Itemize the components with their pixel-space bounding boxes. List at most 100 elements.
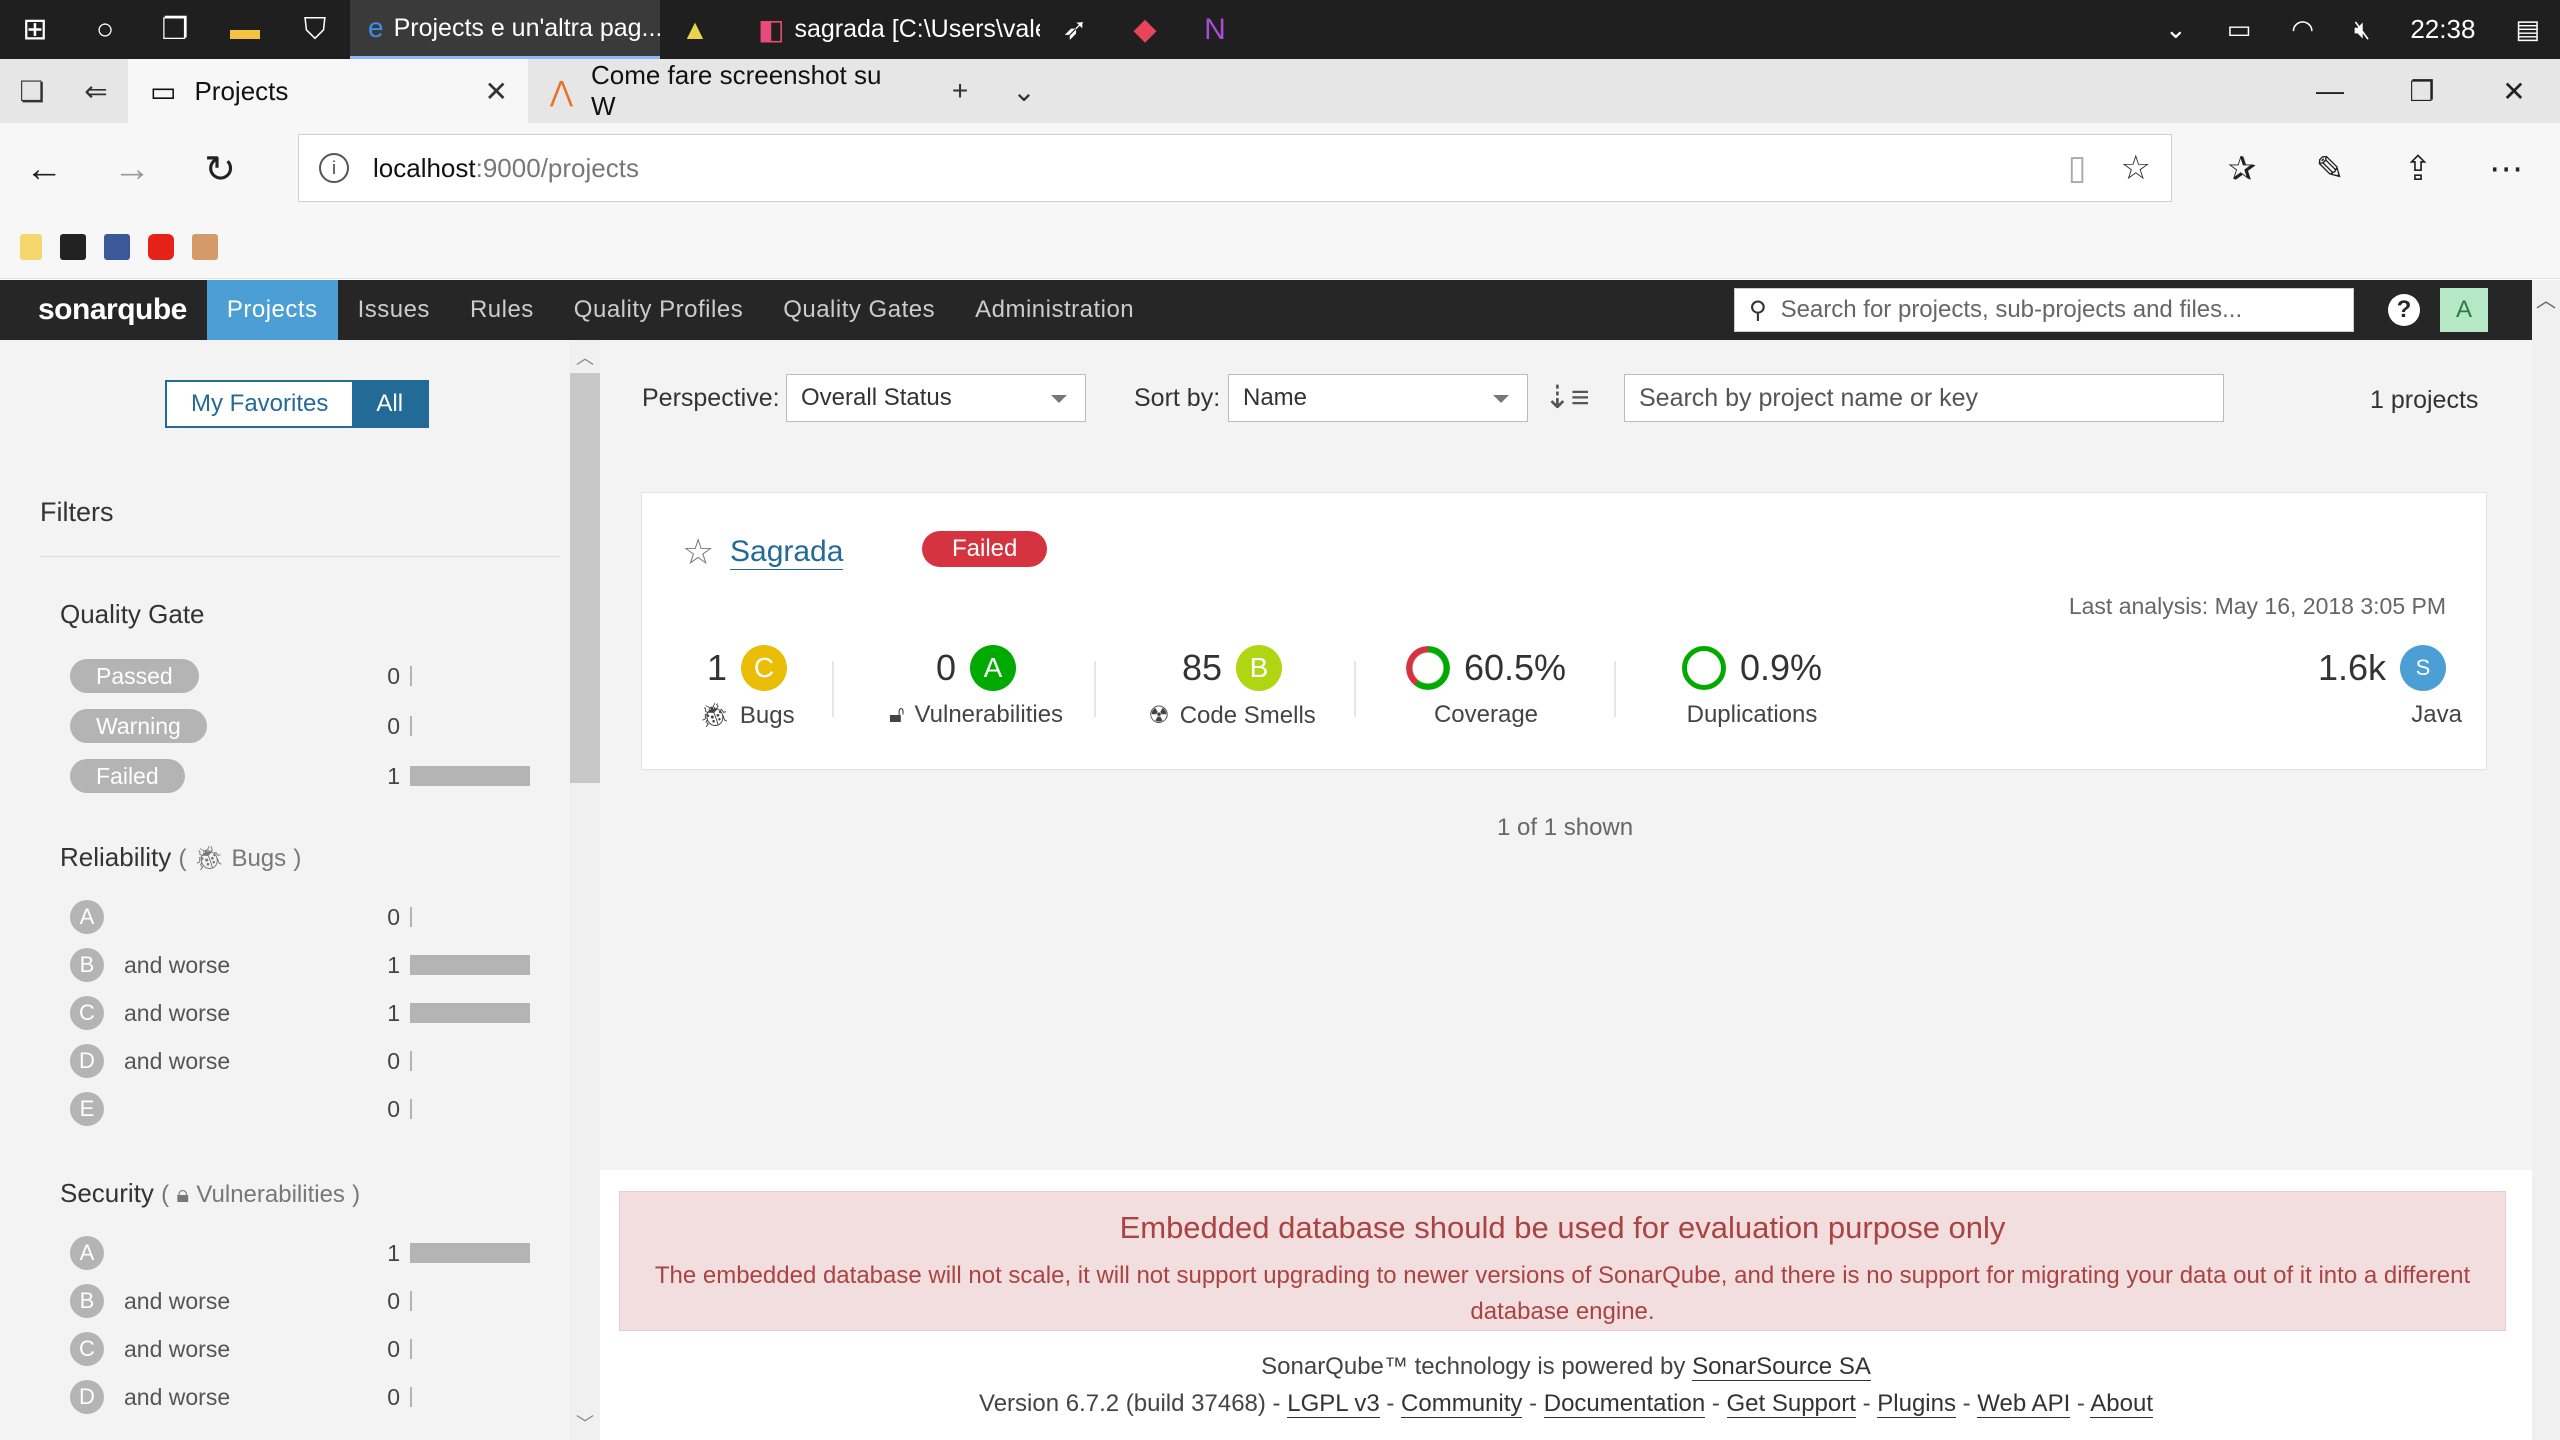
sonarsource-link[interactable]: SonarSource SA: [1692, 1353, 1871, 1381]
cortana-icon[interactable]: ○: [70, 0, 140, 59]
footer-link-plugins[interactable]: Plugins: [1877, 1390, 1956, 1418]
tab-projects[interactable]: ▭ Projects ✕: [128, 59, 528, 123]
taskbar-app-intellij[interactable]: ◧ sagrada [C:\Users\vale...: [740, 0, 1040, 59]
minimize-icon[interactable]: —: [2284, 59, 2376, 123]
sort-select[interactable]: Name: [1228, 374, 1528, 422]
facebook-bookmark-icon[interactable]: [104, 233, 130, 260]
tab-preview-chevron-icon[interactable]: ⌄: [992, 59, 1056, 123]
duplications-measure[interactable]: 0.9% Duplications: [1652, 643, 1852, 729]
close-window-icon[interactable]: ✕: [2468, 59, 2560, 123]
nav-issues[interactable]: Issues: [338, 280, 450, 340]
taskbar-app-edge[interactable]: e Projects e un'altra pag...: [350, 0, 660, 59]
maximize-icon[interactable]: ❐: [2376, 59, 2468, 123]
project-name-link[interactable]: Sagrada: [730, 535, 844, 570]
nav-administration[interactable]: Administration: [955, 280, 1154, 340]
site-info-icon[interactable]: i: [319, 153, 349, 183]
perspective-select[interactable]: Overall Status: [786, 374, 1086, 422]
footer-link-about[interactable]: About: [2090, 1390, 2153, 1418]
volume-muted-icon[interactable]: 🔇︎: [2334, 14, 2390, 46]
page-scrollbar[interactable]: ︿: [2532, 280, 2560, 1440]
store-icon[interactable]: ⛉: [280, 0, 350, 59]
facet-option[interactable]: Warning 0: [70, 706, 530, 746]
footer-link-license[interactable]: LGPL v3: [1287, 1390, 1380, 1418]
quality-gate-facet-title: Quality Gate: [60, 599, 205, 629]
close-tab-icon[interactable]: ✕: [485, 75, 508, 108]
coverage-measure[interactable]: 60.5% Coverage: [1386, 643, 1586, 729]
project-search-input[interactable]: Search by project name or key: [1624, 374, 2224, 422]
facet-option[interactable]: A1: [70, 1233, 530, 1273]
reading-view-icon[interactable]: ▯: [2068, 148, 2087, 188]
back-icon[interactable]: ←: [0, 123, 88, 215]
toggle-my-favorites[interactable]: My Favorites: [167, 382, 353, 426]
facet-option[interactable]: Dand worse 0: [70, 1041, 530, 1081]
vulnerabilities-measure[interactable]: 0A 🔓︎ Vulnerabilities: [866, 643, 1086, 729]
image-bookmark-icon[interactable]: [192, 233, 218, 260]
sidebar-scrollbar[interactable]: ︿ ﹀: [570, 340, 600, 1440]
last-analysis-date: Last analysis: May 16, 2018 3:05 PM: [2068, 593, 2446, 619]
toggle-all[interactable]: All: [352, 382, 428, 426]
facet-count: 1: [387, 1239, 400, 1266]
footer-link-support[interactable]: Get Support: [1726, 1390, 1856, 1418]
nav-rules[interactable]: Rules: [450, 280, 554, 340]
skill-bookmark-icon[interactable]: [60, 233, 86, 260]
clock[interactable]: 22:38: [2390, 14, 2495, 45]
task-view-icon[interactable]: ❐: [140, 0, 210, 59]
sonarqube-logo[interactable]: sonarqube: [0, 293, 207, 327]
facet-option[interactable]: Band worse 1: [70, 945, 530, 985]
code-smells-measure[interactable]: 85 B ☢︎ Code Smells: [1132, 643, 1332, 730]
favorite-star-icon[interactable]: ☆: [682, 531, 714, 573]
notifications-icon[interactable]: ▤: [2495, 14, 2560, 45]
footer-link-webapi[interactable]: Web API: [1977, 1390, 2071, 1418]
facet-option[interactable]: Cand worse 1: [70, 993, 530, 1033]
tab-screenshot[interactable]: ⋀ Come fare screenshot su W: [528, 59, 928, 123]
nav-quality-profiles[interactable]: Quality Profiles: [554, 280, 763, 340]
scroll-up-icon[interactable]: ︿: [570, 344, 600, 370]
facet-option[interactable]: Failed 1: [70, 756, 530, 796]
facet-option[interactable]: A0: [70, 897, 530, 937]
taskbar-app-2[interactable]: ▲: [660, 0, 740, 59]
wifi-icon[interactable]: ◠: [2271, 14, 2334, 45]
more-icon[interactable]: ⋯: [2462, 123, 2550, 215]
help-icon[interactable]: ?: [2388, 294, 2420, 326]
onenote-icon[interactable]: N: [1180, 0, 1250, 59]
bugs-measure[interactable]: 1C 🐞︎ Bugs: [682, 643, 812, 730]
footer-link-community[interactable]: Community: [1401, 1390, 1523, 1418]
avatar[interactable]: A: [2440, 288, 2488, 332]
file-explorer-icon[interactable]: ▬: [210, 0, 280, 59]
page-footer: SonarQube™ technology is powered by Sona…: [979, 1353, 2153, 1418]
chevron-up-icon[interactable]: ⌄: [2145, 14, 2207, 45]
facet-option[interactable]: Cand worse 0: [70, 1329, 530, 1369]
tabs-aside-icon[interactable]: ⇐: [64, 59, 128, 123]
scroll-up-icon[interactable]: ︿: [2532, 280, 2560, 313]
favorite-star-icon[interactable]: ☆: [2121, 148, 2151, 188]
web-note-icon[interactable]: ✎: [2286, 123, 2374, 215]
youtube-bookmark-icon[interactable]: [148, 233, 174, 260]
battery-icon[interactable]: ▭: [2207, 14, 2272, 45]
refresh-icon[interactable]: ↻: [176, 123, 264, 215]
scrollbar-thumb[interactable]: [570, 373, 600, 783]
facet-histogram-bar: [410, 1099, 412, 1119]
facet-option[interactable]: Band worse 0: [70, 1281, 530, 1321]
facet-option[interactable]: E0: [70, 1089, 530, 1129]
nav-quality-gates[interactable]: Quality Gates: [763, 280, 955, 340]
nav-projects[interactable]: Projects: [206, 280, 338, 340]
sort-order-icon[interactable]: ⇣≡: [1544, 378, 1589, 416]
tab-set-aside-icon[interactable]: ❏: [0, 59, 64, 123]
facet-count: 0: [387, 903, 400, 930]
folder-bookmark-icon[interactable]: [20, 233, 42, 260]
bird-app-icon[interactable]: ➶: [1040, 0, 1110, 59]
git-app-icon[interactable]: ◆: [1110, 0, 1180, 59]
size-measure[interactable]: 1.6k S Java: [2302, 643, 2462, 729]
coverage-donut-icon: [1405, 646, 1450, 690]
footer-link-documentation[interactable]: Documentation: [1543, 1390, 1706, 1418]
scroll-down-icon[interactable]: ﹀: [570, 1410, 600, 1436]
global-search-input[interactable]: ⚲ Search for projects, sub-projects and …: [1734, 288, 2354, 332]
windows-start-icon[interactable]: ⊞: [0, 0, 70, 59]
facet-option[interactable]: Dand worse 0: [70, 1377, 530, 1417]
new-tab-icon[interactable]: +: [928, 59, 992, 123]
share-icon[interactable]: ⇪: [2374, 123, 2462, 215]
address-bar[interactable]: i localhost:9000/projects ▯ ☆: [298, 134, 2172, 202]
favorites-hub-icon[interactable]: ✰: [2198, 123, 2286, 215]
facet-option[interactable]: Passed 0: [70, 656, 530, 696]
forward-icon[interactable]: →: [88, 123, 176, 215]
